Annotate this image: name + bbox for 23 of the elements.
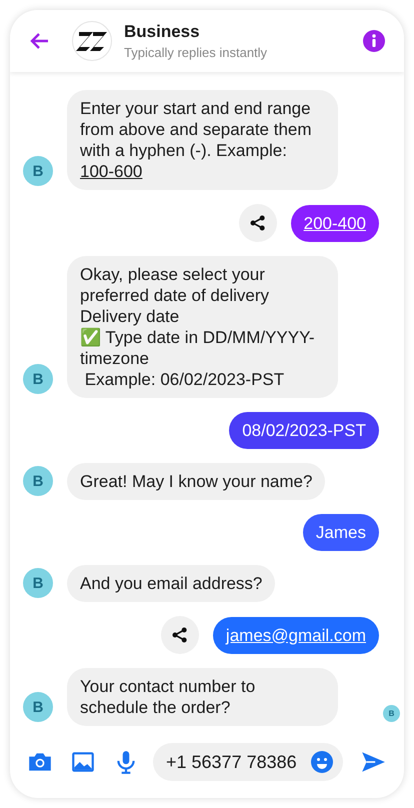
avatar: B xyxy=(23,364,53,394)
emoji-icon[interactable] xyxy=(310,750,334,774)
avatar: B xyxy=(23,568,53,598)
message-bubble: Okay, please select your preferred date of delivery Delivery date ✅ Type date in DD/MM/YYYY-timezone Example: 06/02/2023-PST xyxy=(67,256,338,398)
info-icon[interactable] xyxy=(362,29,386,53)
message-bubble[interactable]: 200-400 xyxy=(290,204,379,242)
share-button[interactable] xyxy=(238,204,277,242)
seen-avatar: B xyxy=(383,705,400,722)
message-bubble: Your contact number to schedule the order? xyxy=(67,668,338,726)
logo-icon xyxy=(72,21,112,61)
avatar: B xyxy=(23,156,53,186)
message-input[interactable]: +1 56377 78386 xyxy=(153,743,343,781)
share-button[interactable] xyxy=(160,616,199,654)
avatar: B xyxy=(23,692,53,722)
message-bubble: Great! May I know your name? xyxy=(67,463,326,500)
message-bubble: And you email address? xyxy=(67,565,276,602)
message-bubble: Enter your start and end range from above and separate them with a hyphen (-). Example: 100-600 xyxy=(67,90,338,190)
avatar: B xyxy=(23,466,53,496)
chat-status: Typically replies instantly xyxy=(124,45,268,60)
message-bubble: 08/02/2023-PST xyxy=(229,412,379,449)
chat-title: Business xyxy=(124,22,201,42)
message-bubble[interactable]: james@gmail.com xyxy=(212,616,379,654)
message-bubble: James xyxy=(302,514,379,551)
